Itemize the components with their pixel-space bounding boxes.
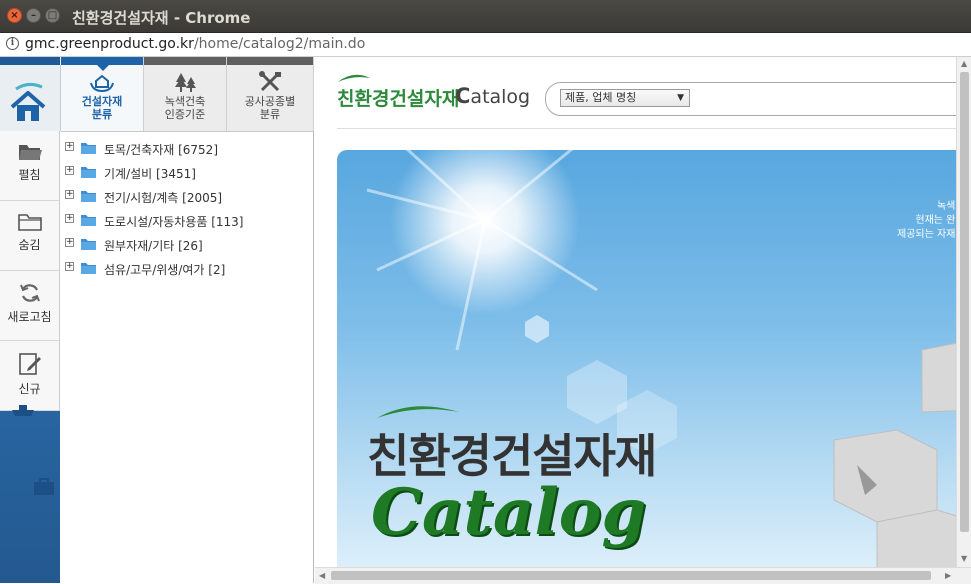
briefcase-icon [34, 478, 54, 495]
tab-stripe [61, 57, 143, 65]
tab-label-line1: 공사공종별 [244, 95, 296, 108]
info-icon[interactable]: i [6, 37, 19, 50]
address-bar[interactable]: i gmc.greenproduct.go.kr/home/catalog2/m… [0, 33, 971, 57]
tab-label-line2: 인증기준 [164, 108, 206, 121]
tree-item-label[interactable]: 전기/시험/계측 [2005] [104, 189, 222, 206]
scroll-up-icon[interactable]: ▲ [961, 59, 967, 68]
tab-material-classification[interactable]: 건설자재 분류 [61, 57, 144, 131]
expand-label: 펼침 [18, 168, 41, 182]
header-divider [337, 128, 956, 129]
folder-icon [81, 143, 96, 154]
folder-icon [81, 263, 96, 274]
tab-green-building-standard[interactable]: 녹색건축 인증기준 [144, 57, 227, 131]
refresh-button[interactable]: 새로고침 [0, 271, 60, 341]
vertical-scrollbar[interactable]: ▲ ▼ [956, 57, 971, 567]
main-content: 친환경건설자재 Catalog 제품, 업체 명칭 ▼ 녹색 현재는 완 제공되… [315, 57, 956, 567]
home-icon [10, 82, 46, 121]
window-title: 친환경건설자재 - Chrome [72, 9, 251, 27]
url-path: /home/catalog2/main.do [193, 36, 366, 52]
window-minimize-button[interactable]: – [26, 8, 41, 23]
dropdown-arrow-icon: ▼ [677, 93, 684, 103]
scroll-left-icon[interactable]: ◀ [319, 571, 325, 580]
logo-catalog-text: Catalog [455, 84, 530, 108]
tree-item-label[interactable]: 도로시설/자동차용품 [113] [104, 213, 244, 230]
refresh-label: 새로고침 [7, 310, 52, 324]
url-host: gmc.greenproduct.go.kr [25, 36, 194, 52]
logo-catalog-initial: C [455, 84, 471, 108]
tree-item-label[interactable]: 섬유/고무/위생/여가 [2] [104, 261, 225, 278]
collapse-button[interactable]: 숨김 [0, 201, 60, 271]
expand-toggle[interactable]: + [65, 262, 74, 271]
tab-label-line2: 분류 [259, 108, 281, 121]
left-icon-bar: 펼침 숨김 새로고침 신규 [0, 57, 61, 583]
tab-work-type-classification[interactable]: 공사공종별 분류 [227, 57, 314, 131]
leaf-logo-icon [338, 74, 370, 82]
expand-toggle[interactable]: + [65, 238, 74, 247]
banner-side-line1: 녹색 [936, 201, 956, 212]
tree-item[interactable]: + 섬유/고무/위생/여가 [2] [61, 257, 314, 281]
catalog-banner[interactable]: 녹색 현재는 완 제공되는 자재 친환경건설자재 Catalog [337, 150, 956, 567]
window-maximize-button[interactable]: □ [45, 8, 60, 23]
tools-icon [259, 71, 281, 92]
expand-toggle[interactable]: + [65, 142, 74, 151]
folder-icon [17, 214, 42, 231]
tree-item[interactable]: + 원부자재/기타 [26] [61, 233, 314, 257]
search-box[interactable]: 제품, 업체 명칭 ▼ [545, 82, 956, 116]
category-tree: + 토목/건축자재 [6752] + 기계/설비 [3451] + 전기/시험/… [61, 137, 314, 281]
banner-side-line2: 현재는 완 [915, 215, 956, 226]
category-tabs: 건설자재 분류 녹색건축 인증기준 공사공종별 분류 [61, 57, 314, 132]
ship-icon [12, 405, 34, 416]
tree-item[interactable]: + 기계/설비 [3451] [61, 161, 314, 185]
search-type-value: 제품, 업체 명칭 [565, 91, 637, 104]
tree-icon [175, 73, 196, 92]
folder-icon [81, 215, 96, 226]
new-document-icon [18, 353, 41, 375]
folder-open-icon [18, 145, 42, 160]
new-label: 신규 [18, 382, 41, 396]
tab-active-notch [97, 65, 109, 71]
horizontal-scrollbar[interactable]: ◀ ▶ [315, 567, 971, 584]
banner-title-catalog: Catalog [371, 475, 647, 550]
category-panel: 건설자재 분류 녹색건축 인증기준 공사공종별 분류 + 토목/건축자재 [67… [61, 57, 314, 583]
new-button[interactable]: 신규 [0, 341, 60, 411]
tab-stripe [227, 57, 313, 65]
tree-item-label[interactable]: 기계/설비 [3451] [104, 165, 196, 182]
search-type-select[interactable]: 제품, 업체 명칭 ▼ [560, 89, 690, 107]
expand-toggle[interactable]: + [65, 214, 74, 223]
tree-item-label[interactable]: 토목/건축자재 [6752] [104, 141, 218, 158]
expand-toggle[interactable]: + [65, 190, 74, 199]
expand-button[interactable]: 펼침 [0, 131, 60, 201]
tab-stripe [144, 57, 226, 65]
home-button[interactable] [0, 65, 61, 131]
logo-korean-text: 친환경건설자재 [337, 88, 460, 110]
scroll-down-icon[interactable]: ▼ [961, 554, 967, 563]
icon-bar-top-strip [0, 57, 60, 65]
tree-item[interactable]: + 토목/건축자재 [6752] [61, 137, 314, 161]
tab-label-line1: 건설자재 [81, 95, 123, 108]
tab-label-line1: 녹색건축 [164, 95, 206, 108]
refresh-icon [19, 284, 40, 302]
banner-side-line3: 제공되는 자재 [897, 229, 956, 240]
horizontal-scroll-thumb[interactable] [331, 571, 931, 580]
window-titlebar: × – □ 친환경건설자재 - Chrome [0, 0, 971, 33]
expand-toggle[interactable]: + [65, 166, 74, 175]
hands-house-icon [90, 74, 114, 93]
tab-label-line2: 분류 [91, 108, 113, 121]
folder-icon [81, 167, 96, 178]
banner-side-text: 녹색 현재는 완 제공되는 자재 [897, 200, 955, 242]
collapse-label: 숨김 [18, 238, 41, 252]
folder-icon [81, 239, 96, 250]
url-text[interactable]: gmc.greenproduct.go.kr/home/catalog2/mai… [25, 36, 365, 52]
vertical-scroll-thumb[interactable] [960, 72, 969, 532]
tree-item[interactable]: + 전기/시험/계측 [2005] [61, 185, 314, 209]
logo-catalog-rest: atalog [470, 86, 531, 108]
scroll-right-icon[interactable]: ▶ [945, 571, 951, 580]
tree-item[interactable]: + 도로시설/자동차용품 [113] [61, 209, 314, 233]
folder-icon [81, 191, 96, 202]
window-close-button[interactable]: × [7, 8, 22, 23]
tree-item-label[interactable]: 원부자재/기타 [26] [104, 237, 203, 254]
